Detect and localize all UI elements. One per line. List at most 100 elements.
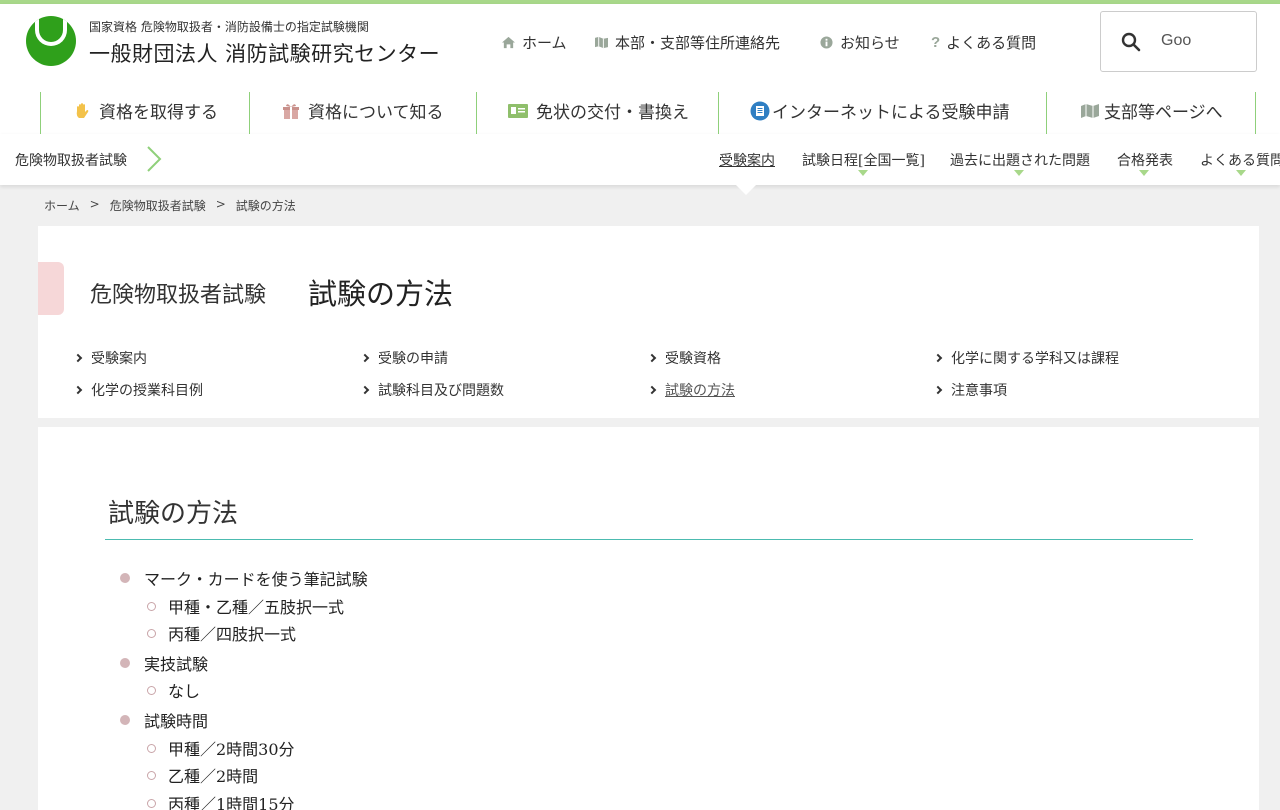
- gnav-branch-label: 支部等ページへ: [1104, 103, 1223, 123]
- link-chemistry-course[interactable]: 化学に関する学科又は課程: [933, 348, 1119, 368]
- sub-list-item: 甲種／2時間30分: [147, 736, 295, 760]
- chevron-right-icon: [933, 385, 943, 395]
- org-name[interactable]: 一般財団法人 消防試験研究センター: [89, 38, 440, 68]
- circle-bullet-icon: [147, 628, 156, 638]
- search-input[interactable]: Goo: [1100, 11, 1257, 72]
- util-branch-label: 本部・支部等住所連絡先: [615, 34, 781, 52]
- gnav-internet[interactable]: インターネットによる受験申請: [750, 98, 1010, 123]
- link-label: 受験資格: [665, 351, 721, 367]
- dropdown-arrow-icon: [1014, 170, 1024, 176]
- link-application[interactable]: 受験の申請: [360, 348, 448, 368]
- logo-icon[interactable]: [26, 16, 76, 66]
- sub-list-item: 丙種／1時間15分: [147, 791, 295, 810]
- section-title: 試験の方法: [108, 499, 239, 529]
- sub-category[interactable]: 危険物取扱者試験: [15, 150, 127, 170]
- breadcrumb-separator: >: [215, 197, 226, 211]
- sub-list-item-label: 甲種・乙種／五肢択一式: [168, 598, 345, 617]
- circle-bullet-icon: [147, 798, 156, 808]
- link-subjects-questions[interactable]: 試験科目及び問題数: [360, 380, 504, 400]
- dropdown-arrow-icon: [1139, 170, 1149, 176]
- gnav-about-label: 資格について知る: [308, 103, 444, 123]
- link-chemistry-subjects[interactable]: 化学の授業科目例: [73, 380, 203, 400]
- sub-list-item: 甲種・乙種／五肢択一式: [147, 594, 344, 618]
- list-item-label: マーク・カードを使う筆記試験: [144, 570, 368, 589]
- gnav-license-label: 免状の交付・書換え: [536, 103, 689, 123]
- util-news-link[interactable]: お知らせ: [819, 32, 900, 53]
- link-label: 受験の申請: [378, 351, 448, 367]
- sub-list-item-label: 丙種／1時間15分: [168, 795, 295, 810]
- gnav-acquire-label: 資格を取得する: [99, 103, 218, 123]
- util-home-label: ホーム: [522, 34, 567, 52]
- link-label: 試験科目及び問題数: [378, 383, 504, 399]
- sub-list-item-label: 甲種／2時間30分: [168, 740, 295, 759]
- global-nav: 資格を取得する 資格について知る 免状の交付・書換え インターネットによる受験申…: [0, 92, 1280, 134]
- gnav-about[interactable]: 資格について知る: [282, 98, 444, 123]
- list-item: 試験時間: [120, 708, 208, 732]
- util-faq-label: よくある質問: [946, 34, 1037, 52]
- map-icon: [1081, 103, 1099, 118]
- link-label: 受験案内: [91, 351, 147, 367]
- util-home-link[interactable]: ホーム: [501, 32, 567, 53]
- link-label: 試験の方法: [665, 383, 735, 399]
- chevron-right-icon: [73, 385, 83, 395]
- sub-list-item: 乙種／2時間: [147, 763, 258, 787]
- title-tab-marker: [38, 262, 64, 315]
- list-item-label: 試験時間: [144, 712, 209, 731]
- link-label: 注意事項: [951, 383, 1007, 399]
- util-faq-link[interactable]: ? よくある質問: [931, 32, 1036, 53]
- chevron-right-icon: [73, 353, 83, 363]
- circle-bullet-icon: [147, 743, 156, 753]
- subnav-guide[interactable]: 受験案内: [719, 150, 775, 170]
- chevron-right-icon: [647, 353, 657, 363]
- list-item: マーク・カードを使う筆記試験: [120, 566, 368, 590]
- gnav-branch[interactable]: 支部等ページへ: [1080, 98, 1223, 123]
- list-item-label: 実技試験: [144, 655, 209, 674]
- circle-bullet-icon: [147, 770, 156, 780]
- bullet-icon: [120, 715, 130, 725]
- gnav-acquire[interactable]: 資格を取得する: [73, 98, 218, 123]
- chevron-right-icon: [360, 353, 370, 363]
- org-subtitle: 国家資格 危険物取扱者・消防設備士の指定試験機関: [89, 20, 369, 34]
- link-label: 化学の授業科目例: [91, 383, 203, 399]
- map-icon: [595, 36, 608, 49]
- bullet-icon: [120, 573, 130, 583]
- breadcrumb-separator: >: [89, 197, 100, 211]
- search-icon: [1121, 32, 1141, 52]
- chevron-right-icon: [360, 385, 370, 395]
- dropdown-arrow-icon: [858, 170, 868, 176]
- breadcrumb-category[interactable]: 危険物取扱者試験: [110, 197, 206, 214]
- util-branch-link[interactable]: 本部・支部等住所連絡先: [594, 32, 780, 53]
- subnav-faq[interactable]: よくある質問: [1200, 150, 1280, 170]
- subnav-schedule[interactable]: 試験日程[全国一覧]: [802, 150, 925, 170]
- id-card-icon: [508, 103, 528, 118]
- main-content: 試験の方法 マーク・カードを使う筆記試験 甲種・乙種／五肢択一式 丙種／四肢択一…: [38, 427, 1259, 810]
- chevron-right-icon: [147, 146, 162, 172]
- site-header: 国家資格 危険物取扱者・消防設備士の指定試験機関 一般財団法人 消防試験研究セン…: [0, 4, 1280, 134]
- dropdown-arrow-icon: [1236, 170, 1246, 176]
- gnav-license[interactable]: 免状の交付・書換え: [508, 98, 689, 123]
- sub-list-item: 丙種／四肢択一式: [147, 621, 296, 645]
- link-notes[interactable]: 注意事項: [933, 380, 1007, 400]
- list-item: 実技試験: [120, 651, 208, 675]
- subnav-results[interactable]: 合格発表: [1117, 150, 1173, 170]
- breadcrumb-home[interactable]: ホーム: [44, 197, 80, 214]
- link-eligibility[interactable]: 受験資格: [647, 348, 721, 368]
- util-news-label: お知らせ: [840, 34, 900, 52]
- sub-list-item-label: なし: [168, 682, 201, 701]
- gift-icon: [283, 103, 299, 119]
- section-divider: [105, 539, 1193, 540]
- link-exam-method[interactable]: 試験の方法: [647, 380, 735, 400]
- link-guide[interactable]: 受験案内: [73, 348, 147, 368]
- hand-icon: [76, 102, 89, 118]
- page-category: 危険物取扱者試験: [90, 283, 267, 308]
- breadcrumb-current: 試験の方法: [235, 199, 296, 213]
- active-pointer: [736, 185, 756, 195]
- sub-navigation: 危険物取扱者試験 受験案内 試験日程[全国一覧] 過去に出題された問題 合格発表…: [0, 134, 1280, 195]
- search-text: Goo: [1161, 32, 1192, 49]
- subnav-past-questions[interactable]: 過去に出題された問題: [950, 150, 1090, 170]
- title-panel: 危険物取扱者試験 試験の方法 受験案内 受験の申請 受験資格 化学に関する学科又…: [38, 226, 1259, 418]
- sub-list-item-label: 乙種／2時間: [168, 767, 259, 786]
- circle-bullet-icon: [147, 685, 156, 695]
- link-label: 化学に関する学科又は課程: [951, 351, 1119, 367]
- document-icon: [750, 101, 770, 120]
